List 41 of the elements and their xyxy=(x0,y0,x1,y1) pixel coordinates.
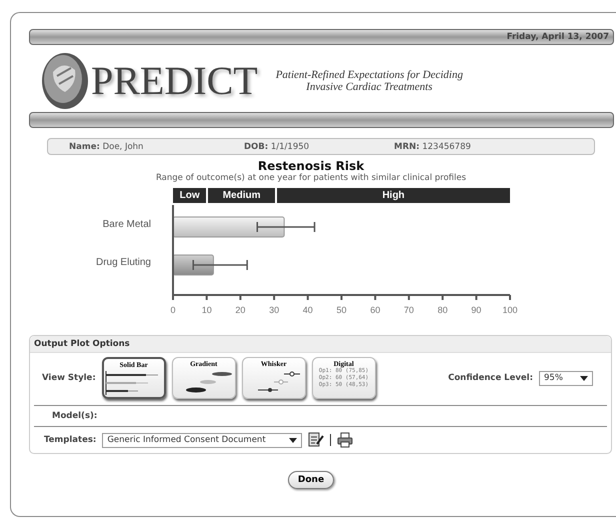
field-label: Confidence Level: xyxy=(448,373,533,383)
patient-field: Name: Doe, John xyxy=(69,142,244,152)
tick-label: 20 xyxy=(235,305,246,315)
category-label: Bare Metal xyxy=(102,219,151,230)
tagline: Patient-Refined Expectations for Deciding xyxy=(276,68,463,80)
confidence-dropdown[interactable]: 95% xyxy=(539,370,593,386)
tick-label: 80 xyxy=(438,305,448,315)
edit-icon[interactable] xyxy=(308,432,324,448)
template-dropdown[interactable]: Generic Informed Consent Document xyxy=(102,432,302,448)
risk-level-band: High xyxy=(276,188,510,203)
tick-label: 70 xyxy=(404,305,414,315)
tagline: Invasive Cardiac Treatments xyxy=(306,80,432,92)
tick-label: 10 xyxy=(202,305,212,315)
risk-level-band: Medium xyxy=(208,188,275,203)
done-button[interactable]: Done xyxy=(288,471,334,489)
caret-icon xyxy=(289,438,298,442)
tick-label: 0 xyxy=(170,305,176,315)
bar xyxy=(172,254,214,276)
patient-field: DOB: 1/1/1950 xyxy=(244,142,394,152)
tick-label: 40 xyxy=(302,305,313,315)
patient-field: MRN: 123456789 xyxy=(394,142,594,152)
caret-icon xyxy=(580,376,588,380)
date-text: Friday, April 13, 2007 xyxy=(506,32,610,42)
tick-label: 60 xyxy=(370,305,380,315)
field-label: Model(s): xyxy=(51,411,98,421)
error-bar xyxy=(256,222,316,232)
tick-label: 30 xyxy=(269,305,280,315)
tick-label: 100 xyxy=(502,305,518,315)
chart-subtitle: Range of outcome(s) at one year for patients with similar clinical profiles xyxy=(154,173,468,183)
field-label: View Style: xyxy=(42,373,96,383)
brand-name: PREDICT xyxy=(91,57,258,104)
tick-label: 90 xyxy=(471,305,482,315)
category-label: Drug Eluting xyxy=(96,257,151,268)
error-bar xyxy=(192,260,248,270)
panel-title: Output Plot Options xyxy=(34,339,130,349)
print-icon[interactable] xyxy=(337,432,354,448)
tick-label: 50 xyxy=(336,305,346,315)
logo-icon xyxy=(41,52,89,110)
risk-level-band: Low xyxy=(173,188,206,203)
chart-title: Restenosis Risk xyxy=(256,159,366,173)
field-label: Templates: xyxy=(44,435,96,445)
